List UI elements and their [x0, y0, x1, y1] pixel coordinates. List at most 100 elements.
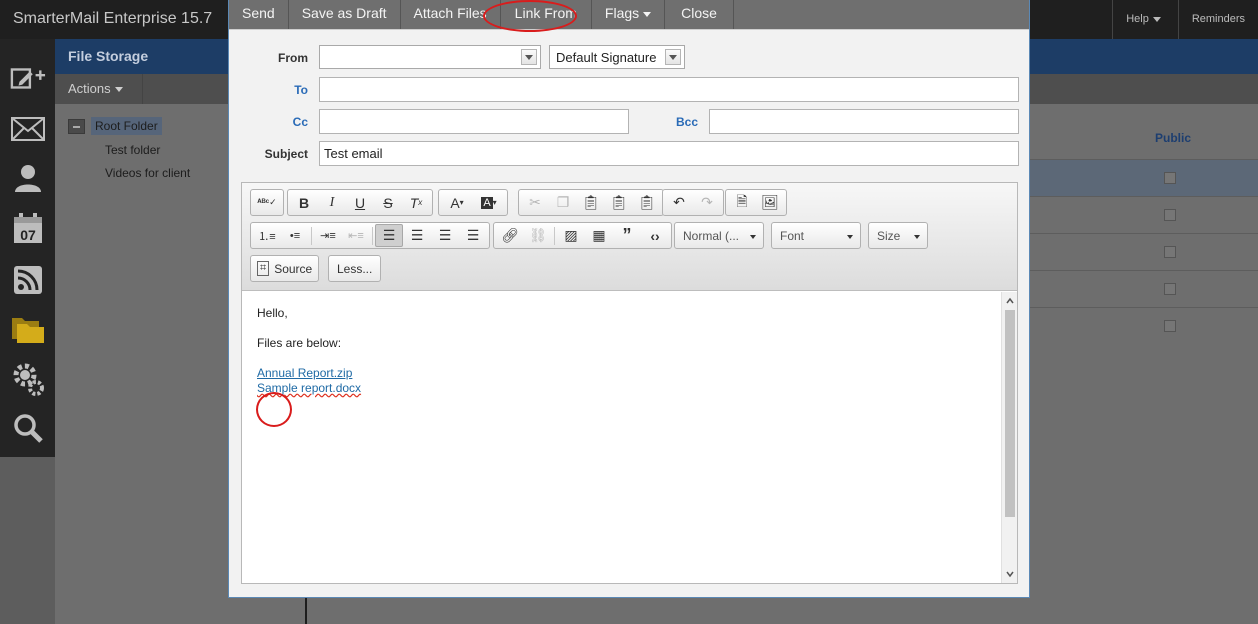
bulleted-list-icon[interactable]: •≡ — [281, 224, 309, 247]
copy-icon[interactable]: ❐ — [549, 191, 577, 214]
align-left-icon[interactable]: ☰ — [375, 224, 403, 247]
public-checkbox[interactable] — [1164, 246, 1176, 258]
tree-item[interactable]: Test folder — [105, 143, 160, 157]
contacts-icon[interactable] — [10, 161, 46, 195]
file-storage-icon[interactable] — [10, 312, 46, 346]
outdent-icon[interactable]: ⇤≡ — [342, 224, 370, 247]
search-icon[interactable] — [10, 411, 46, 445]
attach-files-button[interactable]: Attach Files — [401, 0, 501, 29]
align-center-icon[interactable]: ☰ — [403, 224, 431, 247]
table-row[interactable] — [1029, 159, 1258, 196]
public-checkbox[interactable] — [1164, 209, 1176, 221]
format-combo[interactable]: Normal (... — [674, 222, 764, 249]
insert-file-icon[interactable]: 🗎︎ — [728, 191, 756, 214]
insert-image-icon[interactable]: 🖼︎ — [756, 191, 784, 214]
editor-body[interactable]: Hello, Files are below: Annual Report.zi… — [242, 292, 1001, 583]
send-button[interactable]: Send — [229, 0, 289, 29]
justify-icon[interactable]: ☰ — [459, 224, 487, 247]
tree-item[interactable]: Videos for client — [105, 166, 190, 180]
svg-text:07: 07 — [20, 227, 36, 243]
underline-icon[interactable]: U — [346, 191, 374, 214]
align-right-icon[interactable]: ☰ — [431, 224, 459, 247]
rich-text-editor: ᴬᴮᶜ✓ B I U S Tx A ▾ A ▾ ✂ ❐ 📋︎ 📋︎ 📋︎ ↶ ↷… — [241, 182, 1018, 584]
font-combo[interactable]: Font — [771, 222, 861, 249]
less-button[interactable]: Less... — [328, 255, 382, 282]
from-select[interactable] — [319, 45, 541, 69]
table-row[interactable] — [1029, 270, 1258, 307]
actions-menu[interactable]: Actions — [55, 74, 143, 104]
table-row[interactable] — [1029, 233, 1258, 270]
scrollbar-thumb[interactable] — [1005, 310, 1015, 517]
remove-format-icon[interactable]: Tx — [402, 191, 430, 214]
flags-menu[interactable]: Flags — [592, 0, 666, 29]
table-row[interactable] — [1029, 196, 1258, 233]
paste-icon[interactable]: 📋︎ — [577, 191, 605, 214]
help-menu[interactable]: Help — [1112, 0, 1174, 39]
chevron-down-icon[interactable] — [665, 49, 681, 65]
chevron-down-icon — [847, 235, 853, 239]
paste-text-icon[interactable]: 📋︎ — [605, 191, 633, 214]
settings-icon[interactable] — [10, 362, 46, 396]
strikethrough-icon[interactable]: S — [374, 191, 402, 214]
public-checkbox[interactable] — [1164, 283, 1176, 295]
undo-redo-group: ↶ ↷ — [662, 189, 724, 216]
reminders-button[interactable]: Reminders — [1177, 0, 1258, 39]
link-from-button[interactable]: Link From — [501, 0, 592, 29]
link-icon[interactable]: 🔗︎ — [496, 224, 524, 247]
save-draft-button[interactable]: Save as Draft — [289, 0, 401, 29]
size-combo[interactable]: Size — [868, 222, 928, 249]
calendar-icon[interactable]: 07 — [10, 211, 46, 245]
tree-root-node[interactable]: Root Folder — [68, 117, 162, 135]
italic-icon[interactable]: I — [318, 191, 346, 214]
undo-icon[interactable]: ↶ — [665, 191, 693, 214]
subject-label: Subject — [264, 147, 308, 161]
public-checkbox[interactable] — [1164, 172, 1176, 184]
paste-word-icon[interactable]: 📋︎ — [633, 191, 661, 214]
redo-icon[interactable]: ↷ — [693, 191, 721, 214]
source-label: Source — [274, 261, 313, 276]
insert-media-group: 🗎︎ 🖼︎ — [725, 189, 787, 216]
rss-icon[interactable] — [10, 263, 46, 297]
cc-field[interactable] — [319, 109, 629, 134]
column-header-public[interactable]: Public — [1155, 131, 1191, 145]
chevron-down-icon[interactable] — [1006, 570, 1014, 578]
spellcheck-icon[interactable]: ᴬᴮᶜ✓ — [253, 191, 281, 214]
subject-field[interactable] — [319, 141, 1019, 166]
unlink-icon[interactable]: ⛓︎ — [524, 224, 552, 247]
collapse-icon[interactable] — [68, 118, 85, 134]
text-style-group: B I U S Tx — [287, 189, 433, 216]
blockquote-icon[interactable]: ” — [613, 224, 641, 247]
public-checkbox[interactable] — [1164, 320, 1176, 332]
mail-icon[interactable] — [10, 112, 46, 146]
numbered-list-icon[interactable]: ⒈≡ — [253, 224, 281, 247]
app-title: SmarterMail Enterprise 15.7 — [13, 10, 213, 27]
bold-icon[interactable]: B — [290, 191, 318, 214]
indent-icon[interactable]: ⇥≡ — [314, 224, 342, 247]
editor-scrollbar[interactable] — [1001, 292, 1017, 583]
cc-label[interactable]: Cc — [229, 115, 308, 129]
chevron-down-icon[interactable] — [521, 49, 537, 65]
chevron-up-icon[interactable] — [1006, 297, 1014, 305]
background-color-icon[interactable]: A ▾ — [473, 191, 505, 214]
file-link[interactable]: Annual Report.zip — [257, 366, 986, 381]
table-icon[interactable]: ▦ — [585, 224, 613, 247]
close-button[interactable]: Close — [665, 0, 734, 29]
chevron-down-icon — [643, 11, 652, 17]
text-color-icon[interactable]: A ▾ — [441, 191, 473, 214]
image-icon[interactable]: ▨ — [557, 224, 585, 247]
to-field[interactable] — [319, 77, 1019, 102]
to-label[interactable]: To — [229, 83, 308, 97]
signature-select[interactable]: Default Signature — [549, 45, 685, 69]
chevron-down-icon — [114, 87, 123, 93]
file-link[interactable]: Sample report.docx — [257, 381, 986, 396]
compose-icon[interactable] — [10, 61, 46, 95]
source-button[interactable]: ⌗ Source — [250, 255, 320, 282]
cut-icon[interactable]: ✂ — [521, 191, 549, 214]
editor-toolbar: ᴬᴮᶜ✓ B I U S Tx A ▾ A ▾ ✂ ❐ 📋︎ 📋︎ 📋︎ ↶ ↷… — [242, 183, 1017, 291]
code-icon[interactable]: ‹› — [641, 224, 669, 247]
bcc-field[interactable] — [709, 109, 1019, 134]
bcc-label[interactable]: Bcc — [649, 115, 698, 129]
left-nav: 07 — [0, 39, 55, 457]
table-row[interactable] — [1029, 307, 1258, 344]
tree-root-label[interactable]: Root Folder — [91, 117, 162, 135]
